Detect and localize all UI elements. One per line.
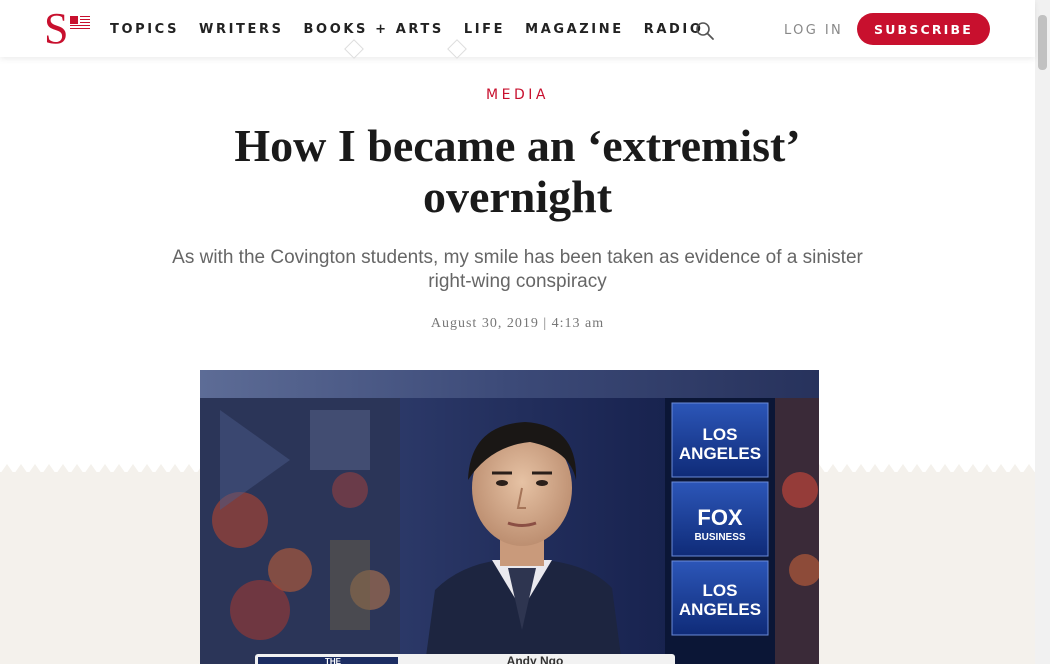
nav-books-arts[interactable]: BOOKS + ARTS <box>304 22 444 37</box>
article-dek: As with the Covington students, my smile… <box>172 247 863 292</box>
nav-writers[interactable]: WRITERS <box>199 22 284 37</box>
svg-text:ANGELES: ANGELES <box>679 444 761 463</box>
svg-text:ANGELES: ANGELES <box>679 600 761 619</box>
scrollbar-thumb[interactable] <box>1038 15 1047 70</box>
article-dateline: August 30, 2019 | 4:13 am <box>430 316 605 331</box>
nav-magazine[interactable]: MAGAZINE <box>525 22 624 37</box>
logo-letter: S <box>44 4 69 53</box>
scrollbar[interactable] <box>1035 0 1050 664</box>
nav-life[interactable]: LIFE <box>464 22 505 37</box>
flag-icon <box>70 16 90 30</box>
svg-text:LOS: LOS <box>703 581 738 600</box>
site-header: S TOPICS WRITERS BOOKS + ARTS LIFE MAGAZ… <box>0 0 1035 57</box>
nav-topics[interactable]: TOPICS <box>110 22 179 37</box>
article-headline: How I became an ‘extremist’ overnight <box>234 120 801 222</box>
login-link[interactable]: LOG IN <box>784 23 843 38</box>
hero-image: LOS ANGELES FOX BUSINESS LOS ANGELES THE… <box>200 370 819 664</box>
subscribe-button[interactable]: SUBSCRIBE <box>857 13 990 45</box>
site-logo[interactable]: S <box>44 4 92 53</box>
svg-text:Andy Ngo: Andy Ngo <box>507 654 564 664</box>
svg-text:FOX: FOX <box>697 505 743 530</box>
hero-image-art: LOS ANGELES FOX BUSINESS LOS ANGELES THE… <box>200 370 819 664</box>
section-label[interactable]: MEDIA <box>0 87 1035 103</box>
svg-text:THE: THE <box>325 657 342 664</box>
svg-text:LOS: LOS <box>703 425 738 444</box>
svg-text:BUSINESS: BUSINESS <box>694 532 745 543</box>
search-icon[interactable] <box>695 21 715 41</box>
main-nav: TOPICS WRITERS BOOKS + ARTS LIFE MAGAZIN… <box>110 22 723 37</box>
